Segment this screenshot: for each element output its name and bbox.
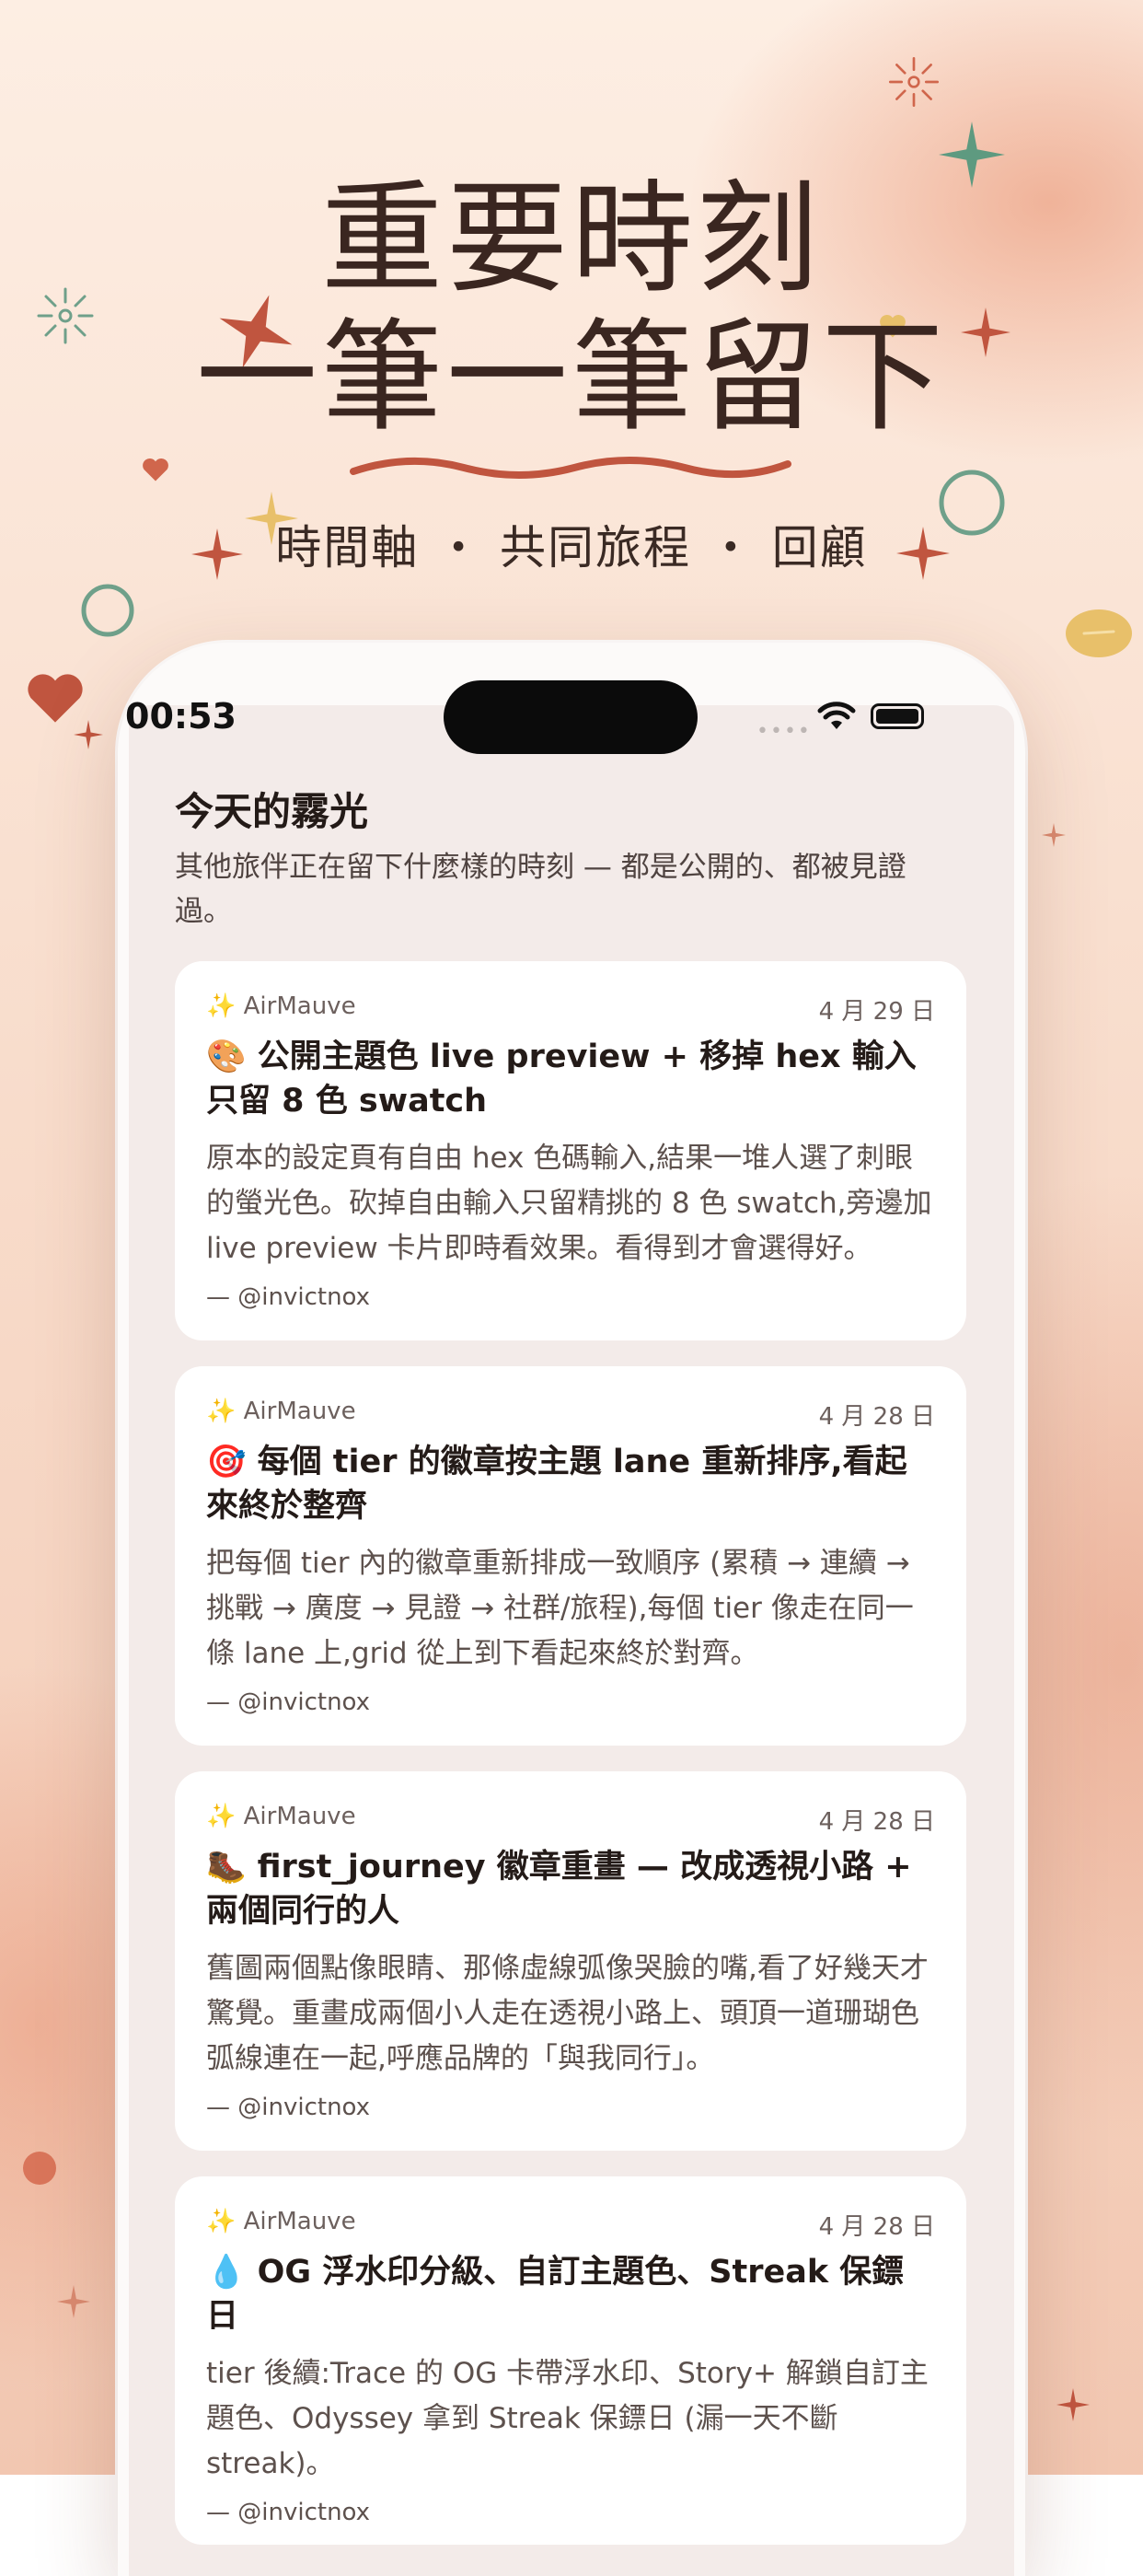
moment-card[interactable]: ✨ AirMauve 4 月 28 日 🥾 first_journey 徽章重畫 … — [175, 1771, 966, 2151]
battery-icon — [871, 703, 924, 729]
hero-headline-line1: 重要時刻 — [321, 168, 822, 310]
feed-title: 今天的霧光 — [175, 789, 369, 834]
palette-icon: 🎨 — [206, 1039, 247, 1075]
hiking-boot-icon: 🥾 — [206, 1849, 247, 1886]
card-author[interactable]: — @invictnox — [206, 1688, 370, 1716]
star-icon — [74, 720, 103, 749]
moment-card[interactable]: ✨ AirMauve 4 月 28 日 🎯 每個 tier 的徽章按主題 lane… — [175, 1366, 966, 1746]
card-author[interactable]: — @invictnox — [206, 2499, 370, 2526]
star-icon — [1042, 823, 1066, 847]
card-date: 4 月 28 日 — [818, 1808, 935, 1836]
target-icon: 🎯 — [206, 1444, 247, 1480]
card-user: ✨ AirMauve — [206, 1398, 356, 1425]
card-author[interactable]: — @invictnox — [206, 2094, 370, 2121]
card-title: 💧 OG 浮水印分級、自訂主題色、Streak 保鏢日 — [206, 2250, 935, 2338]
card-body: 舊圖兩個點像眼睛、那條虛線弧像哭臉的嘴,看了好幾天才驚覺。重畫成兩個小人走在透視… — [206, 1952, 929, 2075]
card-user: ✨ AirMauve — [206, 1803, 356, 1830]
wifi-icon — [817, 702, 856, 729]
feed-subtitle: 其他旅伴正在留下什麼樣的時刻 — 都是公開的、都被見證過。 — [175, 851, 906, 928]
moment-card[interactable]: ✨ AirMauve 4 月 28 日 💧 OG 浮水印分級、自訂主題色、Stre… — [175, 2176, 966, 2545]
status-time: 00:53 — [125, 696, 237, 737]
star-icon — [57, 2285, 90, 2318]
card-title: 🎯 每個 tier 的徽章按主題 lane 重新排序,看起來終於整齊 — [206, 1440, 935, 1528]
ring-icon — [81, 584, 134, 637]
coin-icon — [1066, 609, 1132, 657]
card-user: ✨ AirMauve — [206, 2208, 356, 2235]
star-icon — [1056, 2388, 1090, 2421]
dot-icon — [23, 2152, 56, 2185]
card-date: 4 月 28 日 — [818, 2213, 935, 2241]
sun-burst-icon — [888, 56, 940, 108]
card-body: tier 後續:Trace 的 OG 卡帶浮水印、Story+ 解鎖自訂主題色、… — [206, 2357, 929, 2480]
hero-tagline: 時間軸 ・ 共同旅程 ・ 回顧 — [275, 521, 868, 574]
card-date: 4 月 28 日 — [818, 1403, 935, 1431]
heart-icon — [143, 458, 168, 482]
wavy-underline — [350, 457, 791, 479]
dynamic-island — [444, 680, 698, 754]
card-date: 4 月 29 日 — [818, 998, 935, 1026]
card-author[interactable]: — @invictnox — [206, 1283, 370, 1311]
droplet-icon: 💧 — [206, 2254, 247, 2291]
heart-icon — [28, 674, 83, 723]
hero-headline-line2: 一筆一筆留下 — [196, 307, 947, 448]
card-title: 🥾 first_journey 徽章重畫 — 改成透視小路 + 兩個同行的人 — [206, 1845, 935, 1933]
moment-card[interactable]: ✨ AirMauve 4 月 29 日 🎨 公開主題色 live preview … — [175, 961, 966, 1340]
card-user: ✨ AirMauve — [206, 992, 356, 1020]
card-body: 把每個 tier 內的徽章重新排成一致順序 (累積 → 連續 → 挑戰 → 廣度… — [206, 1547, 914, 1670]
card-title: 🎨 公開主題色 live preview + 移掉 hex 輸入只留 8 色 sw… — [206, 1035, 935, 1123]
card-body: 原本的設定頁有自由 hex 色碼輸入,結果一堆人選了刺眼的螢光色。砍掉自由輸入只… — [206, 1142, 932, 1265]
signal-icon: •••• — [756, 720, 812, 743]
